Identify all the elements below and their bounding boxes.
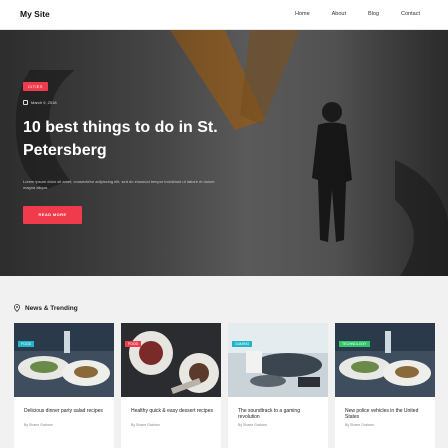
main-menu: Home About Blog Contact [273,11,420,17]
card-category-badge[interactable]: FOOD [18,341,35,347]
nav-link-home[interactable]: Home [295,11,310,17]
card-author: By Shane Graham [24,423,53,427]
card-title[interactable]: Healthy quick & easy dessert recipes [131,408,215,414]
nav-link-about[interactable]: About [332,11,346,17]
card-image[interactable] [121,323,221,397]
hero-excerpt: Lorem ipsum dolor sit amet, consectetur … [23,179,215,190]
card-title[interactable]: New police vehicles in the United States [345,408,429,420]
section-title: News & Trending [25,304,78,312]
card-category-badge[interactable]: FOOD [125,341,142,347]
trending-card[interactable]: GAMING The soundtrack to a gaming revolu… [228,323,328,448]
site-logo[interactable]: My Site [20,9,50,19]
category-badge[interactable]: CITIES [23,82,48,91]
card-title[interactable]: Delicious dinner party salad recipes [24,408,108,414]
card-author: By Shane Graham [345,423,374,427]
hero-title[interactable]: 10 best things to do in St. Petersberg [23,116,263,162]
trending-card[interactable]: FOOD Delicious dinner party salad recipe… [14,323,114,448]
trending-card[interactable]: TECHNOLOGY New police vehicles in the Un… [335,323,435,448]
card-title[interactable]: The soundtrack to a gaming revolution [238,408,322,420]
hero-banner: CITIES March 9, 2018 10 best things to d… [0,30,448,276]
section-heading: News & Trending [14,304,78,312]
card-category-badge[interactable]: GAMING [232,341,253,347]
nav-link-blog[interactable]: Blog [368,11,379,17]
trending-card[interactable]: FOOD Healthy quick & easy dessert recipe… [121,323,221,448]
card-category-badge[interactable]: TECHNOLOGY [339,341,370,347]
post-date: March 9, 2018 [23,100,57,105]
card-author: By Shane Graham [238,423,267,427]
read-more-button[interactable]: READ MORE [23,206,82,224]
card-image[interactable] [14,323,114,397]
news-trending-section: News & Trending FOOD Delicious dinner pa… [0,276,448,448]
trending-cards: FOOD Delicious dinner party salad recipe… [14,323,435,448]
card-image[interactable] [228,323,328,397]
location-pin-icon [14,304,20,312]
card-author: By Shane Graham [131,423,160,427]
post-date-text: March 9, 2018 [31,100,57,105]
nav-link-contact[interactable]: Contact [401,11,420,17]
card-image[interactable] [335,323,435,397]
top-navbar: My Site Home About Blog Contact [0,0,448,30]
calendar-icon [23,100,28,105]
